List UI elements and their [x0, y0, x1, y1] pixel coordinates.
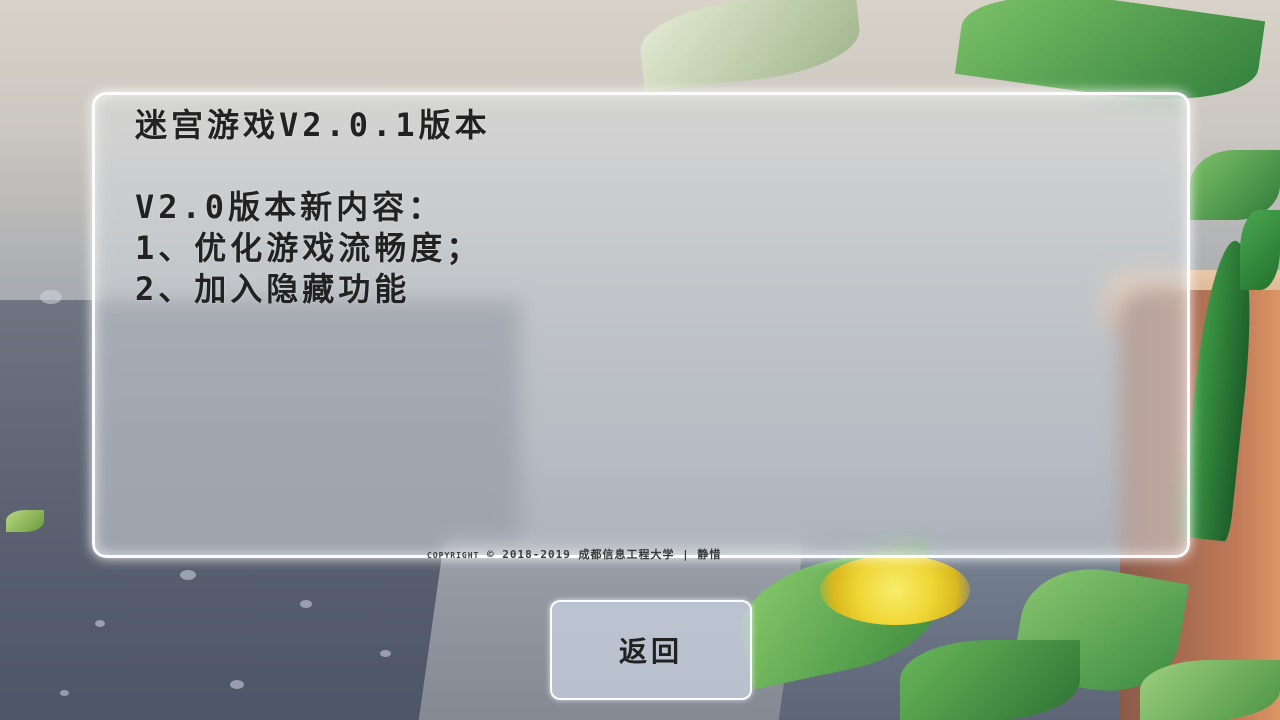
copyright-prefix: COPYRIGHT — [427, 551, 480, 560]
back-button[interactable]: 返回 — [550, 600, 752, 700]
pebble — [60, 690, 69, 696]
back-button-label: 返回 — [618, 635, 683, 668]
leaf — [6, 510, 44, 532]
pebble — [40, 290, 62, 304]
new-content-item: 2、加入隐藏功能 — [135, 270, 411, 308]
version-info-text: 迷宫游戏V2.0.1版本 V2.0版本新内容： 1、优化游戏流畅度； 2、加入隐… — [135, 105, 491, 310]
copyright-text: © 2018-2019 成都信息工程大学 | 静惜 — [486, 548, 722, 561]
version-title: 迷宫游戏V2.0.1版本 — [135, 106, 491, 144]
pebble — [380, 650, 391, 657]
leaf — [1240, 210, 1280, 290]
dandelion-flower — [820, 555, 970, 625]
new-content-heading: V2.0版本新内容： — [135, 188, 445, 226]
pebble — [180, 570, 196, 580]
pebble — [95, 620, 105, 627]
version-info-panel: 迷宫游戏V2.0.1版本 V2.0版本新内容： 1、优化游戏流畅度； 2、加入隐… — [92, 92, 1190, 558]
copyright-notice: COPYRIGHT © 2018-2019 成都信息工程大学 | 静惜 — [427, 546, 721, 562]
leaf — [900, 640, 1080, 720]
new-content-item: 1、优化游戏流畅度； — [135, 229, 483, 267]
pebble — [300, 600, 312, 608]
leaf — [1140, 660, 1280, 720]
pebble — [230, 680, 244, 689]
